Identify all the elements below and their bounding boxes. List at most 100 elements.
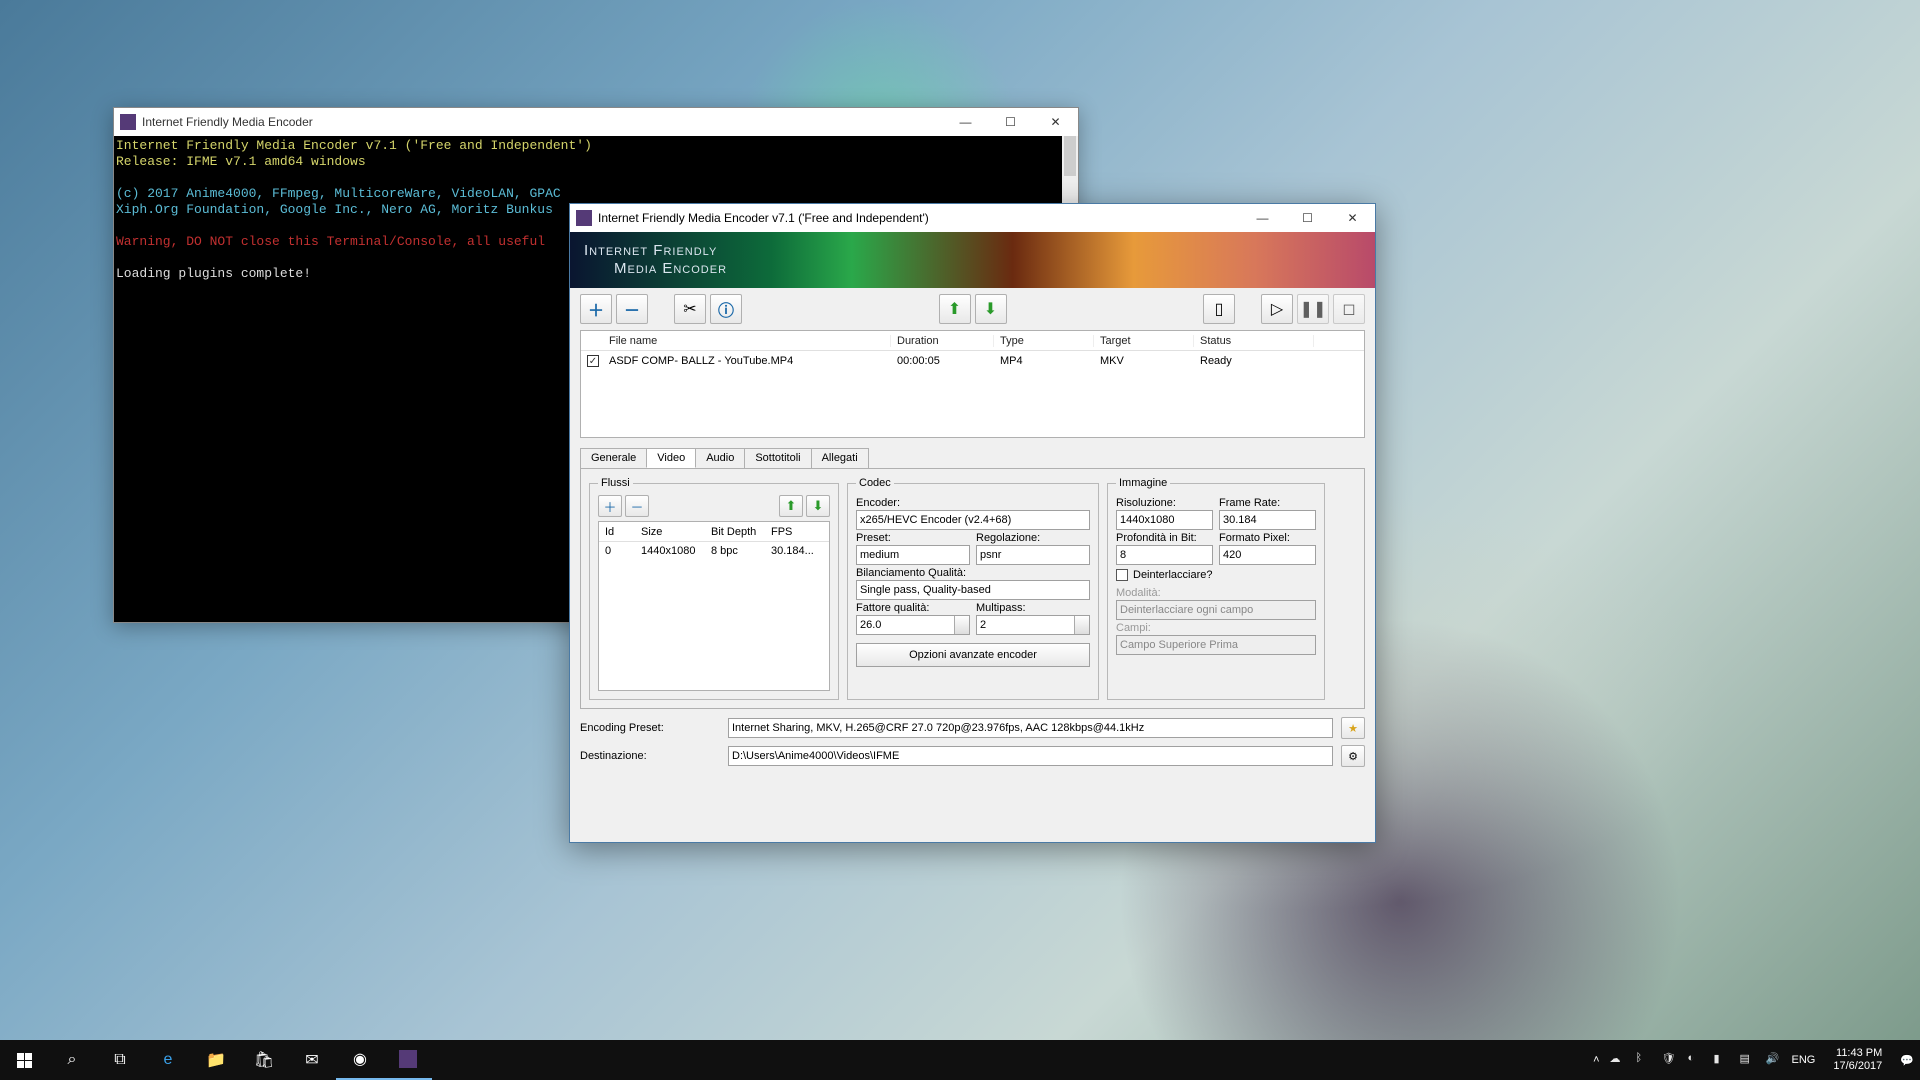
- col-status[interactable]: Status: [1194, 335, 1314, 347]
- tabs: Generale Video Audio Sottotitoli Allegat…: [580, 448, 1365, 468]
- taskbar-mail[interactable]: ✉: [288, 1040, 336, 1080]
- bitdepth-select[interactable]: [1116, 545, 1213, 565]
- pause-button[interactable]: ❚❚: [1297, 294, 1329, 324]
- framerate-label: Frame Rate:: [1219, 497, 1316, 509]
- flussi-col-fps[interactable]: FPS: [765, 526, 825, 538]
- tray-notifications-icon[interactable]: 💬: [1900, 1054, 1914, 1067]
- app-titlebar[interactable]: Internet Friendly Media Encoder v7.1 ('F…: [570, 204, 1375, 232]
- folder-icon: ⚙: [1348, 750, 1358, 763]
- app-close-button[interactable]: ✕: [1330, 204, 1375, 232]
- tab-video[interactable]: Video: [646, 448, 696, 468]
- flussi-add-button[interactable]: ＋: [598, 495, 622, 517]
- col-target[interactable]: Target: [1094, 335, 1194, 347]
- tab-audio[interactable]: Audio: [695, 448, 745, 468]
- flussi-down-button[interactable]: ⬇: [806, 495, 830, 517]
- tray-clock[interactable]: 11:43 PM 17/6/2017: [1825, 1047, 1890, 1073]
- tray-app-icon[interactable]: ◐: [1688, 1052, 1704, 1068]
- taskbar-edge[interactable]: e: [144, 1040, 192, 1080]
- row-type: MP4: [994, 355, 1094, 367]
- console-maximize-button[interactable]: ☐: [988, 108, 1033, 136]
- add-file-button[interactable]: ＋: [580, 294, 612, 324]
- bilanciamento-label: Bilanciamento Qualità:: [856, 567, 1090, 579]
- file-row[interactable]: ✓ ASDF COMP- BALLZ - YouTube.MP4 00:00:0…: [581, 351, 1364, 371]
- taskbar-ifme[interactable]: [384, 1040, 432, 1080]
- flussi-remove-button[interactable]: －: [625, 495, 649, 517]
- edge-icon: e: [164, 1051, 173, 1069]
- immagine-legend: Immagine: [1116, 477, 1170, 489]
- flussi-table[interactable]: Id Size Bit Depth FPS 0 1440x1080 8 bpc …: [598, 521, 830, 691]
- row-checkbox[interactable]: ✓: [587, 355, 599, 367]
- tray-bluetooth-icon[interactable]: ᛒ: [1636, 1052, 1652, 1068]
- tab-sottotitoli[interactable]: Sottotitoli: [744, 448, 811, 468]
- deinterlace-checkbox[interactable]: [1116, 569, 1128, 581]
- start-button[interactable]: [0, 1040, 48, 1080]
- fattore-input[interactable]: [856, 615, 970, 635]
- info-icon: ⓘ: [718, 297, 734, 321]
- tray-onedrive-icon[interactable]: ☁: [1610, 1052, 1626, 1068]
- tab-generale[interactable]: Generale: [580, 448, 647, 468]
- app-window: Internet Friendly Media Encoder v7.1 ('F…: [569, 203, 1376, 843]
- modalita-select: [1116, 600, 1316, 620]
- flussi-col-size[interactable]: Size: [635, 526, 705, 538]
- taskbar[interactable]: ⌕ ⧉ e 📁 🛍 ✉ ◉ ˄ ☁ ᛒ 🛡 ◐ ▮ ▤ 🔊 ENG 11:43 …: [0, 1040, 1920, 1080]
- col-duration[interactable]: Duration: [891, 335, 994, 347]
- tray-chevron-up-icon[interactable]: ˄: [1593, 1054, 1599, 1066]
- encoder-select[interactable]: [856, 510, 1090, 530]
- tray-defender-icon[interactable]: 🛡: [1662, 1052, 1678, 1068]
- risoluzione-select[interactable]: [1116, 510, 1213, 530]
- regolazione-select[interactable]: [976, 545, 1090, 565]
- advanced-encoder-button[interactable]: Opzioni avanzate encoder: [856, 643, 1090, 667]
- tab-allegati[interactable]: Allegati: [811, 448, 869, 468]
- tab-body-video: Flussi ＋ － ⬆ ⬇ Id Size Bit Depth FPS 0 1…: [580, 468, 1365, 709]
- console-close-button[interactable]: ✕: [1033, 108, 1078, 136]
- flussi-col-id[interactable]: Id: [599, 526, 635, 538]
- search-button[interactable]: ⌕: [48, 1040, 96, 1080]
- row-target: MKV: [1094, 355, 1194, 367]
- save-button[interactable]: ▯: [1203, 294, 1235, 324]
- pause-icon: ❚❚: [1300, 299, 1327, 319]
- tray-network-icon[interactable]: ▤: [1740, 1052, 1756, 1068]
- tray-language[interactable]: ENG: [1792, 1054, 1816, 1066]
- row-filename: ASDF COMP- BALLZ - YouTube.MP4: [603, 355, 891, 367]
- move-down-button[interactable]: ⬇: [975, 294, 1007, 324]
- flussi-row[interactable]: 0 1440x1080 8 bpc 30.184...: [599, 542, 829, 560]
- pixelformat-select[interactable]: [1219, 545, 1316, 565]
- preset-select[interactable]: [856, 545, 970, 565]
- encoding-preset-select[interactable]: [728, 718, 1333, 738]
- console-titlebar[interactable]: Internet Friendly Media Encoder — ☐ ✕: [114, 108, 1078, 136]
- app-maximize-button[interactable]: ☐: [1285, 204, 1330, 232]
- taskbar-chrome[interactable]: ◉: [336, 1040, 384, 1080]
- move-up-button[interactable]: ⬆: [939, 294, 971, 324]
- col-type[interactable]: Type: [994, 335, 1094, 347]
- info-button[interactable]: ⓘ: [710, 294, 742, 324]
- app-icon: [576, 210, 592, 226]
- app-banner: Internet Friendly Media Encoder: [570, 232, 1375, 288]
- file-list[interactable]: File name Duration Type Target Status ✓ …: [580, 330, 1365, 438]
- flussi-col-bitdepth[interactable]: Bit Depth: [705, 526, 765, 538]
- encoder-label: Encoder:: [856, 497, 1090, 509]
- flussi-up-button[interactable]: ⬆: [779, 495, 803, 517]
- tray-date: 17/6/2017: [1833, 1060, 1882, 1073]
- stop-button[interactable]: ◻: [1333, 294, 1365, 324]
- app-title-text: Internet Friendly Media Encoder v7.1 ('F…: [598, 211, 929, 225]
- multipass-input[interactable]: [976, 615, 1090, 635]
- chrome-icon: ◉: [353, 1049, 367, 1069]
- task-view-button[interactable]: ⧉: [96, 1040, 144, 1080]
- task-view-icon: ⧉: [114, 1051, 125, 1069]
- tools-button[interactable]: ✂: [674, 294, 706, 324]
- taskbar-store[interactable]: 🛍: [240, 1040, 288, 1080]
- bilanciamento-select[interactable]: [856, 580, 1090, 600]
- tray-battery-icon[interactable]: ▮: [1714, 1052, 1730, 1068]
- browse-destination-button[interactable]: ⚙: [1341, 745, 1365, 767]
- framerate-select[interactable]: [1219, 510, 1316, 530]
- taskbar-explorer[interactable]: 📁: [192, 1040, 240, 1080]
- play-button[interactable]: ▷: [1261, 294, 1293, 324]
- tray-volume-icon[interactable]: 🔊: [1766, 1052, 1782, 1068]
- modalita-label: Modalità:: [1116, 587, 1316, 599]
- console-minimize-button[interactable]: —: [943, 108, 988, 136]
- col-filename[interactable]: File name: [603, 335, 891, 347]
- app-minimize-button[interactable]: —: [1240, 204, 1285, 232]
- destinazione-input[interactable]: [728, 746, 1333, 766]
- remove-file-button[interactable]: －: [616, 294, 648, 324]
- preset-favorite-button[interactable]: ★: [1341, 717, 1365, 739]
